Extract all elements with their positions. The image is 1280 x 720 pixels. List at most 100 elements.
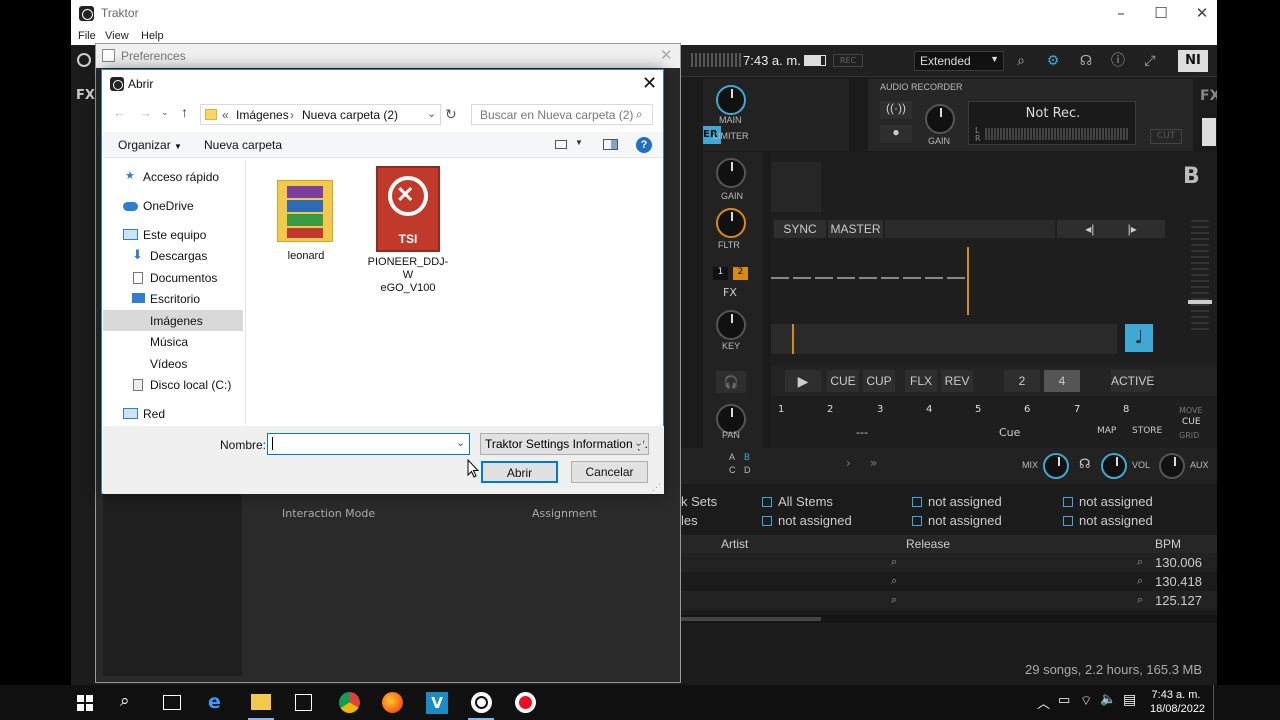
beatjump-buttons[interactable]: ◂| |▸ — [1057, 220, 1165, 238]
hotcue-1[interactable]: 1 — [778, 404, 784, 415]
info-icon[interactable]: ⓘ — [1109, 52, 1127, 70]
hotcue-7[interactable]: 7 — [1074, 404, 1080, 415]
cue-button[interactable]: CUE — [827, 370, 859, 392]
screen-recorder-icon[interactable] — [515, 692, 536, 713]
nav-local-disk[interactable]: Disco local (C:) — [103, 374, 243, 395]
fullscreen-icon[interactable]: ⤢ — [1141, 52, 1159, 70]
fx-unit-1-button[interactable]: 1 — [713, 267, 728, 280]
deck-c-assign[interactable]: C — [729, 465, 736, 475]
forward-arrow-icon[interactable]: → — [139, 105, 152, 120]
deck-b-assign[interactable]: B — [744, 452, 750, 462]
loop-size-4-button[interactable]: 4 — [1044, 370, 1080, 392]
main-knob[interactable] — [716, 85, 746, 115]
nav-pictures[interactable]: Imágenes — [103, 310, 243, 331]
scrollbar-thumb[interactable] — [681, 617, 821, 621]
open-button[interactable]: Abrir — [481, 461, 558, 483]
reverse-button[interactable]: REV — [941, 370, 973, 392]
channel-gain-knob[interactable] — [716, 158, 746, 188]
nav-onedrive[interactable]: OneDrive — [103, 195, 243, 216]
favorite-slot-3[interactable]: not assigned — [912, 494, 1002, 509]
minimize-icon[interactable]: – — [1111, 4, 1131, 22]
nav-documents[interactable]: Documentos — [103, 267, 243, 288]
hotcue-8[interactable]: 8 — [1123, 404, 1129, 415]
cue-type-select[interactable]: Cue — [999, 426, 1020, 439]
hotcue-6[interactable]: 6 — [1024, 404, 1030, 415]
loop-active-button[interactable]: ACTIVE — [1111, 370, 1154, 392]
nav-this-pc[interactable]: Este equipo — [103, 224, 243, 245]
fx-unit-2-button[interactable]: 2 — [733, 267, 748, 280]
search-icon[interactable]: ⌕ — [120, 691, 140, 711]
chevron-down-icon[interactable]: ▼ — [575, 138, 583, 147]
controller-icon[interactable]: ☊ — [1077, 52, 1095, 70]
notification-icon[interactable]: ▤ — [1123, 692, 1143, 712]
nav-videos[interactable]: Vídeos — [103, 353, 243, 374]
cue-name-field[interactable]: --- — [856, 426, 868, 439]
back-arrow-icon[interactable]: ← — [113, 105, 126, 120]
filename-input[interactable]: ⌄ — [267, 433, 470, 455]
nav-music[interactable]: Música — [103, 331, 243, 352]
favorite-remix-sets[interactable]: k Sets — [681, 494, 717, 509]
nav-quick-access[interactable]: ★ Acceso rápido — [103, 166, 243, 187]
new-folder-button[interactable]: Nueva carpeta — [204, 138, 282, 152]
column-bpm[interactable]: BPM — [1155, 537, 1181, 551]
hotcue-3[interactable]: 3 — [877, 404, 883, 415]
hotcue-2[interactable]: 2 — [827, 404, 833, 415]
volume-knob[interactable] — [1101, 453, 1127, 479]
breadcrumb-overflow[interactable]: « — [222, 108, 229, 122]
filter-knob[interactable] — [716, 208, 746, 238]
table-row[interactable]: ⌕ ⌕ 125.127 — [681, 591, 1217, 610]
recorder-gain-knob[interactable] — [925, 104, 955, 134]
chrome-browser-icon[interactable] — [339, 692, 360, 713]
favorite-slot-8[interactable]: not assigned — [1063, 513, 1153, 528]
store-icon[interactable] — [295, 694, 312, 711]
app-v-icon[interactable]: V — [426, 692, 448, 714]
key-knob[interactable] — [716, 310, 746, 340]
close-icon[interactable]: ✕ — [1192, 4, 1212, 22]
windows-start-icon[interactable] — [77, 695, 93, 711]
volume-icon[interactable]: 🔈 — [1100, 692, 1120, 712]
file-item-pioneer-tsi[interactable]: ✕ TSI PIONEER_DDJ-W eGO_V100 — [364, 164, 452, 294]
cancel-button[interactable]: Cancelar — [571, 461, 648, 483]
cup-button[interactable]: CUP — [863, 370, 895, 392]
track-overview[interactable] — [771, 324, 1117, 354]
sync-button[interactable]: SYNC — [774, 220, 826, 238]
menu-file[interactable]: File — [78, 30, 96, 42]
refresh-icon[interactable]: ↻ — [445, 106, 457, 123]
favorite-slot-4[interactable]: not assigned — [1063, 494, 1153, 509]
horizontal-scrollbar[interactable] — [681, 615, 1217, 623]
filetype-select[interactable]: Traktor Settings Information (*. ⌄ — [480, 433, 649, 455]
preview-pane-icon[interactable] — [603, 139, 618, 150]
record-button[interactable]: ● — [880, 125, 912, 143]
map-button[interactable]: MAP — [1097, 426, 1116, 436]
column-artist[interactable]: Artist — [721, 537, 748, 551]
table-row[interactable]: ⌕ ⌕ 130.418 — [681, 572, 1217, 591]
cut-button[interactable]: CUT — [1150, 129, 1182, 144]
nav-desktop[interactable]: Escritorio — [103, 288, 243, 309]
traktor-app-icon[interactable] — [471, 692, 492, 713]
maximize-icon[interactable]: ☐ — [1151, 4, 1171, 22]
favorite-slot-7[interactable]: not assigned — [912, 513, 1002, 528]
task-view-icon[interactable] — [163, 695, 181, 710]
wifi-icon[interactable]: ⌔ — [1080, 693, 1100, 713]
music-note-icon[interactable]: ♩ — [1125, 324, 1153, 352]
menu-help[interactable]: Help — [141, 30, 164, 42]
resize-grip-icon[interactable]: ⋰ — [652, 482, 661, 493]
column-release[interactable]: Release — [906, 537, 950, 551]
search-input[interactable]: Buscar en Nueva carpeta (2) ⌕ — [471, 104, 653, 125]
favorite-files[interactable]: les — [681, 513, 698, 528]
side-panel-toggle[interactable] — [1202, 118, 1216, 146]
taskbar-clock[interactable]: 7:43 a. m. 18/08/2022 — [1150, 688, 1205, 716]
breadcrumb-current[interactable]: Nueva carpeta (2) — [302, 108, 398, 122]
menu-view[interactable]: View — [105, 30, 129, 42]
favorite-slot-6[interactable]: not assigned — [762, 513, 852, 528]
aux-knob[interactable] — [1159, 453, 1185, 479]
gear-icon[interactable]: ⚙ — [1044, 52, 1062, 70]
breadcrumb-imagenes[interactable]: Imágenes — [236, 108, 289, 122]
layout-mode-select[interactable]: Extended ▼ — [914, 51, 1004, 71]
hotcue-4[interactable]: 4 — [926, 404, 932, 415]
hotcue-5[interactable]: 5 — [975, 404, 981, 415]
play-icon[interactable]: ▶ — [785, 370, 821, 392]
deck-a-assign[interactable]: A — [729, 452, 735, 462]
battery-tray-icon[interactable]: ▭ — [1058, 693, 1078, 713]
up-arrow-icon[interactable]: ↑ — [181, 104, 188, 120]
